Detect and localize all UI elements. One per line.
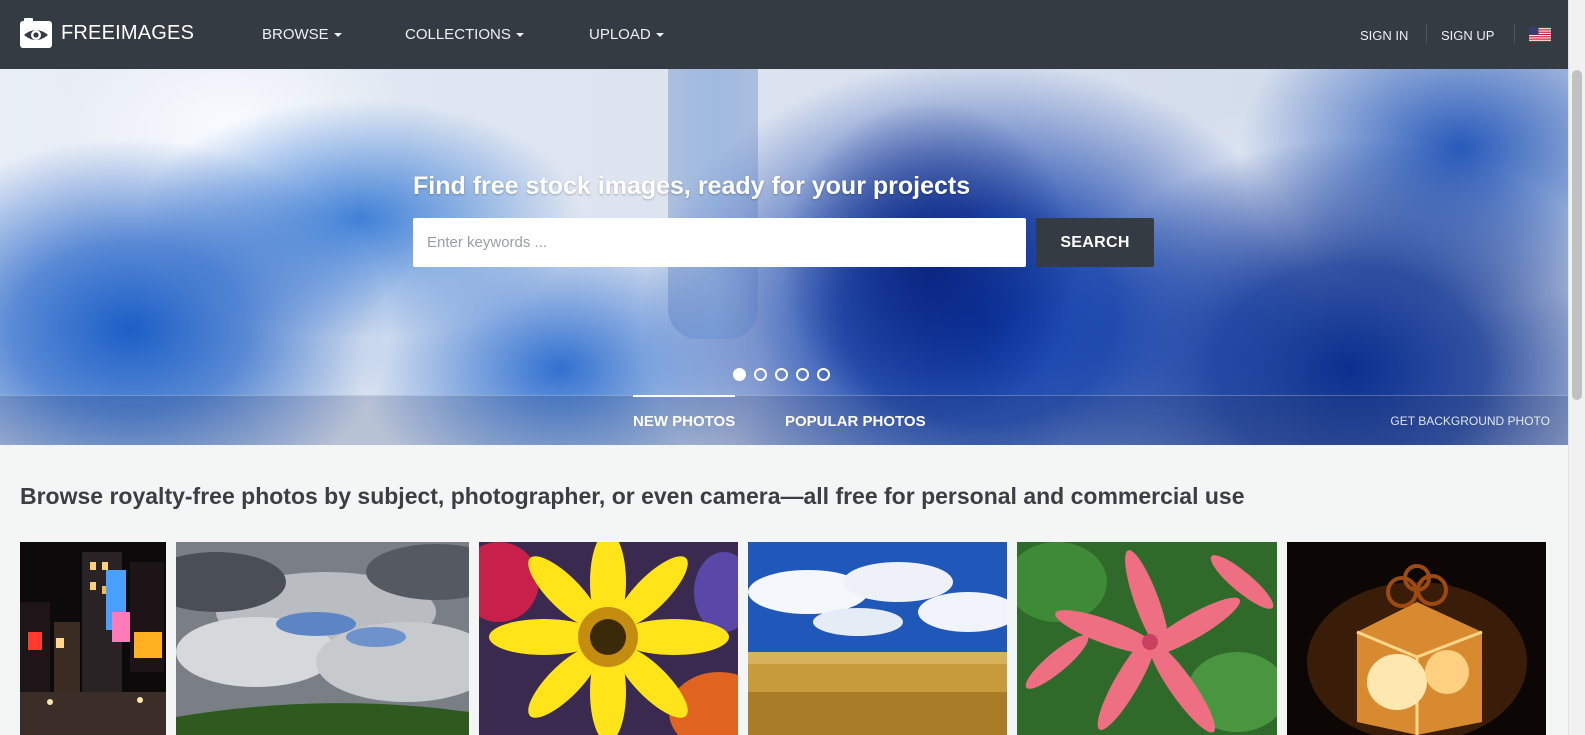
thumbnail-wheat-field[interactable] — [748, 542, 1007, 735]
hero-background-shape — [668, 69, 758, 339]
night-city-image — [20, 542, 166, 735]
thumbnail-night-city[interactable] — [20, 542, 166, 735]
hero-title: Find free stock images, ready for your p… — [413, 172, 971, 200]
caret-down-icon — [655, 33, 664, 37]
carousel-dot-2[interactable] — [754, 368, 767, 381]
caret-down-icon — [515, 33, 524, 37]
nav-browse-label: BROWSE — [262, 25, 329, 43]
thumbnail-glowing-gift[interactable] — [1287, 542, 1546, 735]
tab-popular-photos[interactable]: POPULAR PHOTOS — [785, 396, 926, 445]
tab-new-photos[interactable]: NEW PHOTOS — [633, 395, 736, 445]
logo-text: FREEIMAGES — [61, 21, 195, 44]
nav-upload-label: UPLOAD — [589, 25, 651, 43]
sign-in-link[interactable]: SIGN IN — [1360, 25, 1408, 45]
carousel-dot-3[interactable] — [775, 368, 788, 381]
caret-down-icon — [333, 33, 342, 37]
carousel-dot-1[interactable] — [733, 368, 746, 381]
page-tagline: Browse royalty-free photos by subject, p… — [20, 483, 1245, 509]
cloudy-sky-image — [176, 542, 469, 735]
nav-divider — [1514, 24, 1515, 44]
page-scrollbar[interactable] — [1568, 0, 1585, 735]
pink-leaves-image — [1017, 542, 1277, 735]
camera-eye-icon — [20, 17, 52, 48]
logo[interactable]: FREEIMAGES — [20, 17, 194, 49]
nav-divider — [1426, 24, 1427, 44]
nav-browse-menu[interactable]: BROWSE — [262, 24, 342, 44]
hero-tab-bar: NEW PHOTOS POPULAR PHOTOS GET BACKGROUND… — [0, 395, 1568, 445]
us-flag-icon[interactable] — [1529, 27, 1551, 42]
thumbnail-pink-leaves[interactable] — [1017, 542, 1277, 735]
nav-collections-menu[interactable]: COLLECTIONS — [405, 24, 524, 44]
carousel-dot-5[interactable] — [817, 368, 830, 381]
wheat-field-image — [748, 542, 1007, 735]
search-input[interactable] — [413, 218, 1026, 267]
search-button[interactable]: SEARCH — [1036, 218, 1154, 267]
sign-up-link[interactable]: SIGN UP — [1441, 25, 1494, 45]
glowing-gift-image — [1287, 542, 1546, 735]
hero-banner: Find free stock images, ready for your p… — [0, 69, 1568, 445]
thumbnail-yellow-flower[interactable] — [479, 542, 738, 735]
top-navbar: FREEIMAGES BROWSE COLLECTIONS UPLOAD SIG… — [0, 0, 1585, 69]
carousel-dots — [733, 368, 830, 382]
carousel-dot-4[interactable] — [796, 368, 809, 381]
scrollbar-thumb[interactable] — [1572, 70, 1582, 400]
photo-thumbnail-strip — [0, 542, 1568, 735]
yellow-flower-image — [479, 542, 738, 735]
nav-upload-menu[interactable]: UPLOAD — [589, 24, 664, 44]
get-background-photo-link[interactable]: GET BACKGROUND PHOTO — [1390, 396, 1550, 445]
thumbnail-cloudy-sky[interactable] — [176, 542, 469, 735]
nav-collections-label: COLLECTIONS — [405, 25, 511, 43]
